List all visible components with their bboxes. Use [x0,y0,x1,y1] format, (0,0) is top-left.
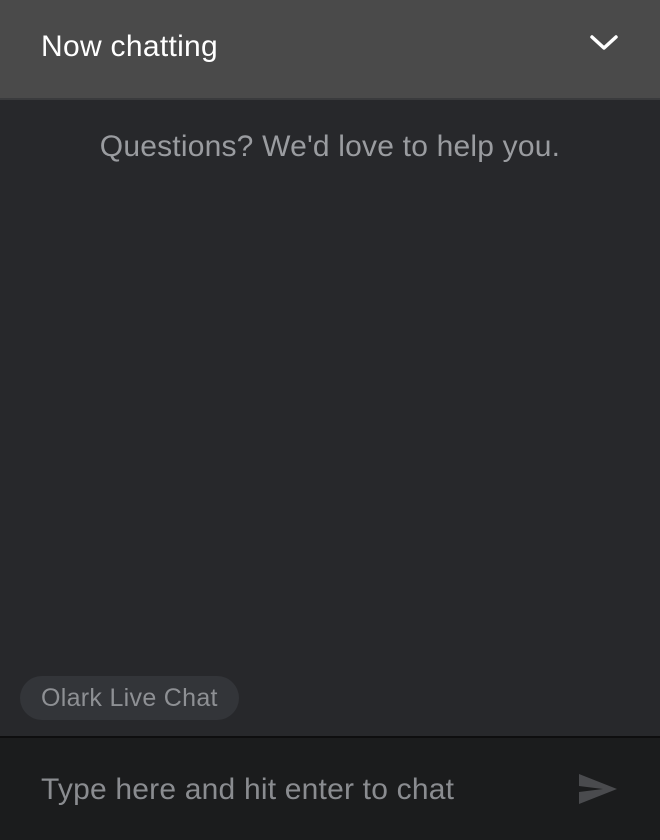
chat-header[interactable]: Now chatting [0,0,660,100]
chevron-down-icon[interactable] [588,27,620,59]
chat-header-title: Now chatting [41,30,219,63]
chat-message-input[interactable] [41,773,576,807]
chat-transcript: Questions? We'd love to help you. Olark … [0,100,660,736]
chat-widget: Now chatting Questions? We'd love to hel… [0,0,660,840]
olark-branding-link[interactable]: Olark Live Chat [20,676,239,720]
welcome-message: Questions? We'd love to help you. [99,130,561,163]
send-icon[interactable] [576,771,620,807]
chat-composer [0,736,660,840]
